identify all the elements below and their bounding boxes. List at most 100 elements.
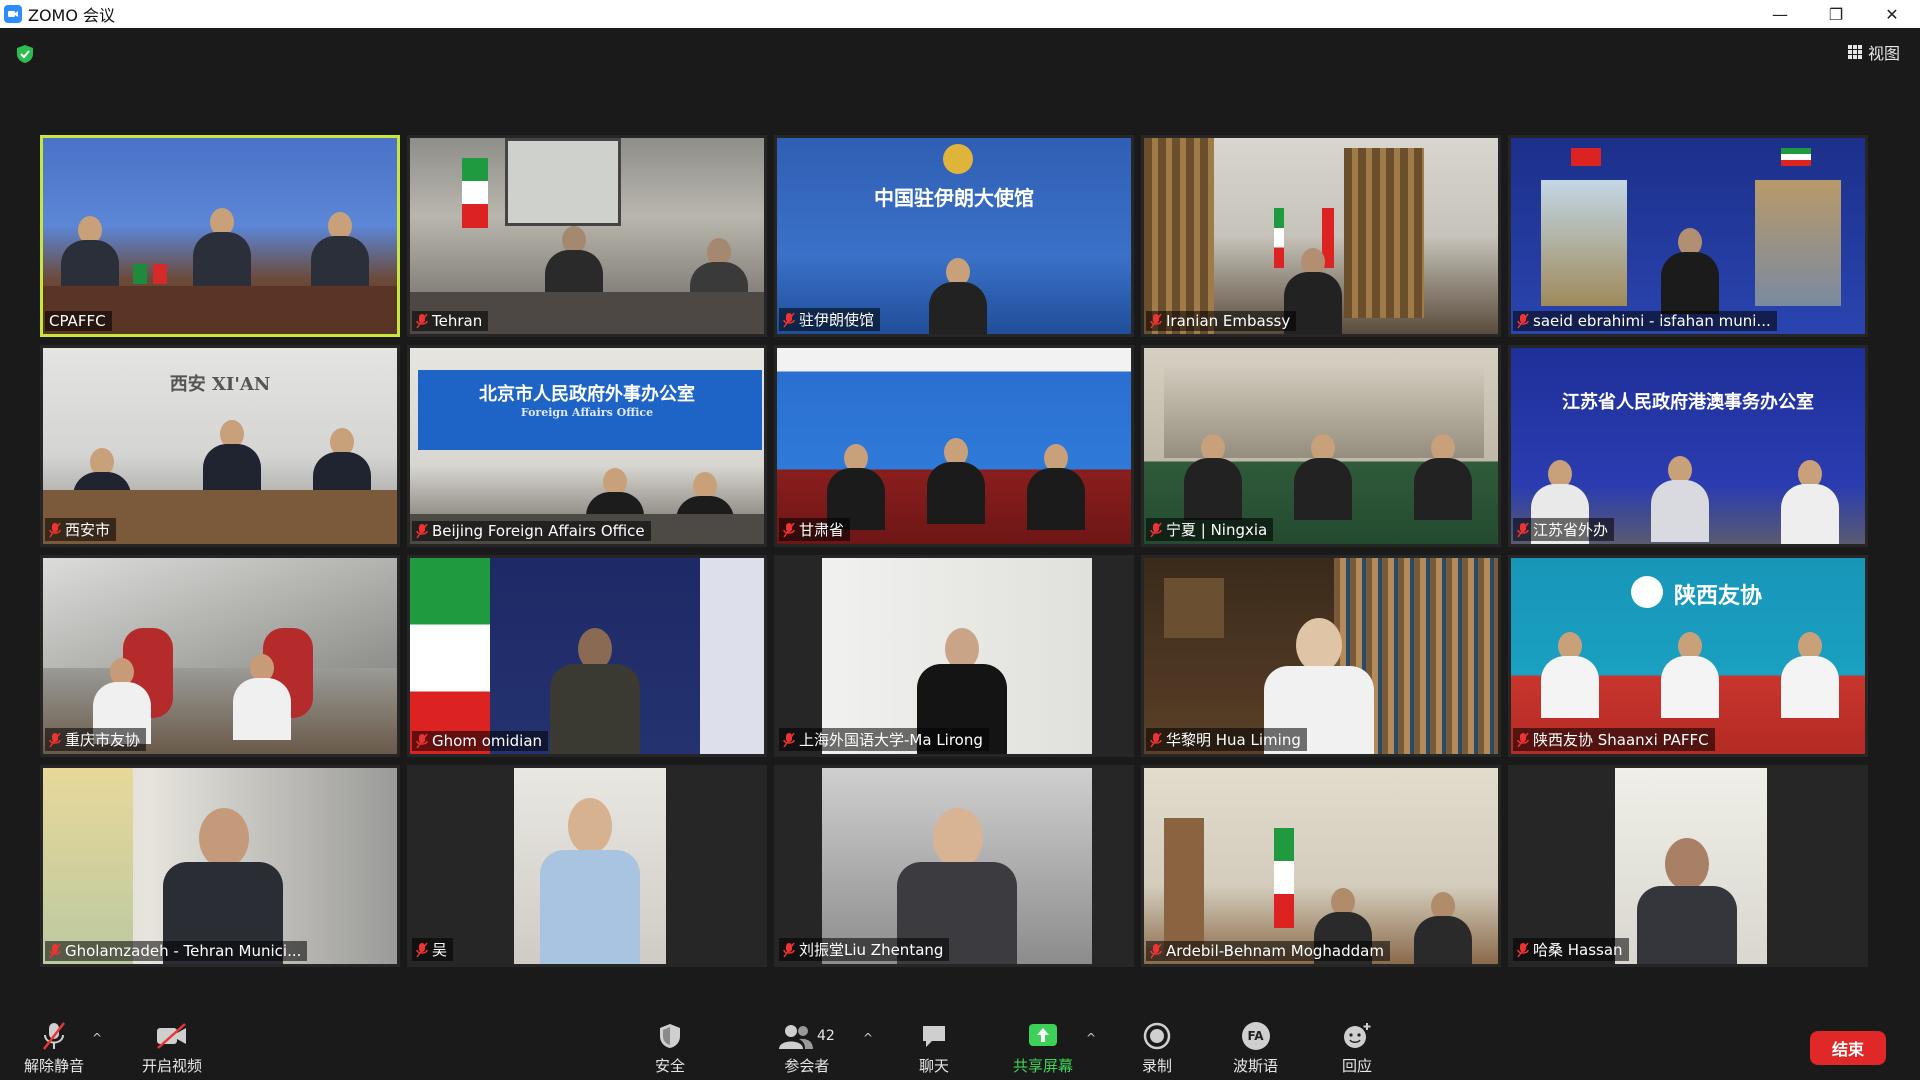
muted-mic-icon <box>1150 522 1162 537</box>
video-tile-beijing[interactable]: 北京市人民政府外事办公室 Foreign Affairs Office Beij… <box>407 345 767 547</box>
muted-mic-icon <box>783 522 795 537</box>
participant-name: 哈桑 Hassan <box>1533 941 1623 959</box>
video-tile-hua-liming[interactable]: 华黎明 Hua Liming <box>1141 555 1501 757</box>
reactions-label: 回应 <box>1342 1057 1373 1075</box>
shield-icon <box>660 1024 680 1048</box>
video-tile-embassy[interactable]: 中国驻伊朗大使馆 驻伊朗使馆 <box>774 135 1134 337</box>
chat-button[interactable]: 聊天 <box>919 1021 949 1076</box>
participants-options-caret-icon[interactable]: ^ <box>863 1031 873 1045</box>
start-video-button[interactable]: 开启视频 <box>142 1021 202 1076</box>
participant-name-tag: 重庆市友协 <box>45 728 147 751</box>
unmute-label: 解除静音 <box>24 1057 85 1075</box>
window-title: ZOMO 会议 <box>28 6 116 25</box>
participants-count: 42 <box>817 1028 835 1044</box>
participant-name: Tehran <box>432 312 483 330</box>
participant-name-tag: 华黎明 Hua Liming <box>1146 728 1307 751</box>
video-tile-cpaffc[interactable]: CPAFFC <box>40 135 400 337</box>
participant-name: Ghom omidian <box>432 732 543 750</box>
participants-label: 参会者 <box>784 1057 830 1075</box>
video-off-icon <box>157 1023 186 1049</box>
muted-mic-icon <box>416 313 428 329</box>
security-label: 安全 <box>655 1057 686 1075</box>
participant-name: 驻伊朗使馆 <box>799 311 875 329</box>
participant-name-tag: Tehran <box>412 311 489 331</box>
muted-mic-icon <box>1150 313 1162 329</box>
participant-name-tag: 宁夏 | Ningxia <box>1146 518 1274 541</box>
video-tile-jiangsu[interactable]: 江苏省人民政府港澳事务办公室 江苏省外办 <box>1508 345 1868 547</box>
share-screen-button[interactable]: 共享屏幕 <box>1013 1021 1073 1076</box>
muted-mic-icon <box>416 733 428 749</box>
muted-mic-icon <box>783 942 795 957</box>
end-meeting-button[interactable]: 结束 <box>1810 1031 1886 1065</box>
minimize-button[interactable]: — <box>1752 0 1808 28</box>
participant-name: Ardebil-Behnam Moghaddam <box>1166 942 1384 960</box>
close-button[interactable]: ✕ <box>1864 0 1920 28</box>
muted-mic-icon <box>49 732 61 747</box>
muted-mic-icon <box>1517 522 1529 537</box>
participant-name: Iranian Embassy <box>1166 312 1291 330</box>
language-badge-text: FA <box>1247 1029 1264 1043</box>
participant-name-tag: 哈桑 Hassan <box>1513 938 1629 961</box>
participant-name: 江苏省外办 <box>1533 521 1609 539</box>
start-video-label: 开启视频 <box>142 1057 203 1075</box>
video-tile-liu-zhentang[interactable]: 刘振堂Liu Zhentang <box>774 765 1134 967</box>
security-button[interactable]: 安全 <box>655 1021 685 1076</box>
video-tile-shaanxi[interactable]: 陕西友协 陕西友协 Shaanxi PAFFC <box>1508 555 1868 757</box>
meeting-area: 视图 CPAFFC Tehran 中国驻伊朗大使馆 驻伊朗使馆 Iranian … <box>0 28 1920 1018</box>
participant-name: 重庆市友协 <box>65 731 141 749</box>
share-options-caret-icon[interactable]: ^ <box>1086 1031 1096 1045</box>
participant-name: 刘振堂Liu Zhentang <box>799 941 944 959</box>
participant-name: 宁夏 | Ningxia <box>1166 521 1268 539</box>
video-tile-ningxia[interactable]: 宁夏 | Ningxia <box>1141 345 1501 547</box>
participant-name: 吴 <box>432 941 448 959</box>
video-tile-ghom[interactable]: Ghom omidian <box>407 555 767 757</box>
security-shield-icon[interactable] <box>15 44 35 64</box>
video-tile-wu[interactable]: 吴 <box>407 765 767 967</box>
view-button[interactable]: 视图 <box>1847 40 1900 64</box>
video-tile-tehran[interactable]: Tehran <box>407 135 767 337</box>
video-tile-isfahan[interactable]: saeid ebrahimi - isfahan muni... <box>1508 135 1868 337</box>
video-tile-ardebil[interactable]: Ardebil-Behnam Moghaddam <box>1141 765 1501 967</box>
video-tile-gholamzadeh[interactable]: Gholamzadeh - Tehran Munici... <box>40 765 400 967</box>
participant-name-tag: Iranian Embassy <box>1146 311 1297 331</box>
muted-mic-icon <box>1150 732 1162 747</box>
unmute-button[interactable]: 解除静音 <box>24 1021 84 1076</box>
participant-name-tag: saeid ebrahimi - isfahan muni... <box>1513 311 1777 331</box>
muted-mic-icon <box>1517 313 1529 329</box>
restore-button[interactable]: ❐ <box>1808 0 1864 28</box>
participant-name: 甘肃省 <box>799 521 845 539</box>
participant-name-tag: 上海外国语大学-Ma Lirong <box>779 728 989 751</box>
reactions-button[interactable]: 回应 <box>1342 1021 1372 1076</box>
embassy-sign-text: 中国驻伊朗大使馆 <box>874 186 1034 210</box>
video-tile-xian[interactable]: 西安 XI'AN 西安市 <box>40 345 400 547</box>
view-label: 视图 <box>1867 44 1900 63</box>
language-badge-icon: FA <box>1241 1022 1270 1050</box>
participant-name-tag: 江苏省外办 <box>1513 518 1615 541</box>
participant-name-tag: Ardebil-Behnam Moghaddam <box>1146 941 1390 961</box>
participant-name: 上海外国语大学-Ma Lirong <box>799 731 983 749</box>
muted-mic-icon <box>783 312 795 327</box>
participant-name-tag: 陕西友协 Shaanxi PAFFC <box>1513 728 1715 751</box>
participant-name: 陕西友协 Shaanxi PAFFC <box>1533 731 1709 749</box>
muted-mic-icon <box>783 732 795 747</box>
participant-name-tag: Gholamzadeh - Tehran Munici... <box>45 941 308 961</box>
video-tile-chongqing[interactable]: 重庆市友协 <box>40 555 400 757</box>
participant-name: 西安市 <box>65 521 111 539</box>
muted-mic-icon <box>49 943 61 959</box>
participant-name-tag: 吴 <box>412 938 454 961</box>
meeting-toolbar: 解除静音 ^ 开启视频 安全 42 参会者 ^ 聊天 共享屏幕 ^ 录制 FA … <box>0 1013 1920 1080</box>
emoji-reaction-icon <box>1344 1023 1371 1048</box>
video-tile-hassan[interactable]: 哈桑 Hassan <box>1508 765 1868 967</box>
video-tile-gansu[interactable]: 甘肃省 <box>774 345 1134 547</box>
participants-button[interactable]: 42 参会者 <box>779 1021 835 1076</box>
interpretation-button[interactable]: FA 波斯语 <box>1233 1021 1278 1076</box>
audio-options-caret-icon[interactable]: ^ <box>92 1031 102 1045</box>
chat-label: 聊天 <box>919 1057 950 1075</box>
jiangsu-sign-text: 江苏省人民政府港澳事务办公室 <box>1562 392 1814 413</box>
video-tile-iranian-embassy[interactable]: Iranian Embassy <box>1141 135 1501 337</box>
chat-icon <box>923 1026 945 1047</box>
participant-name-tag: 刘振堂Liu Zhentang <box>779 938 950 961</box>
video-tile-shanghai[interactable]: 上海外国语大学-Ma Lirong <box>774 555 1134 757</box>
record-button[interactable]: 录制 <box>1142 1021 1172 1076</box>
muted-mic-icon <box>1150 943 1162 959</box>
